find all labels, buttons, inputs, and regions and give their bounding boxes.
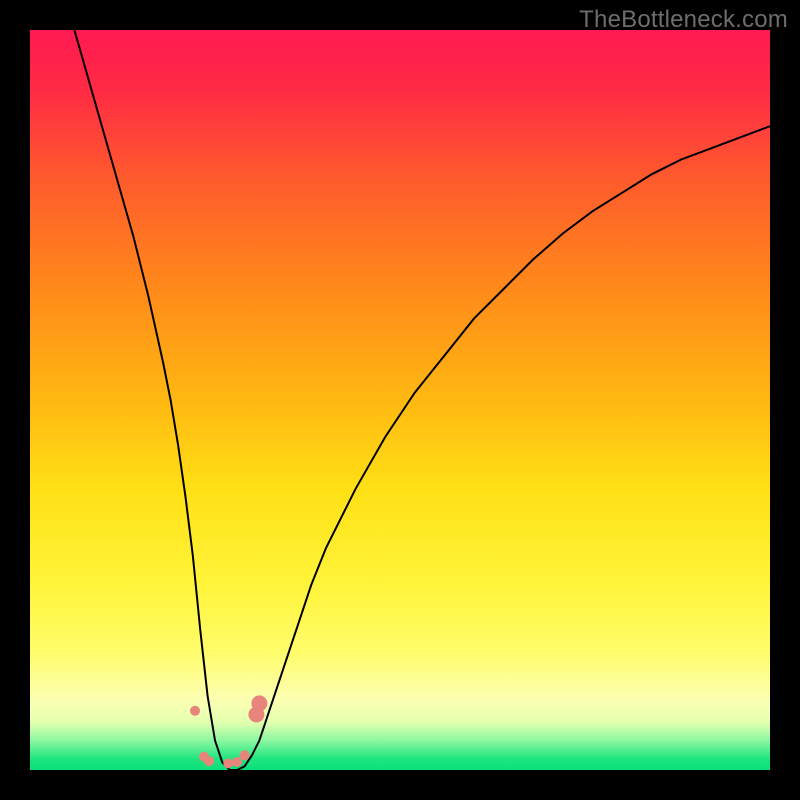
gradient-background xyxy=(30,30,770,770)
watermark-text: TheBottleneck.com xyxy=(579,6,788,34)
data-marker xyxy=(251,695,267,711)
data-marker xyxy=(190,706,200,716)
data-marker xyxy=(204,756,214,766)
data-marker xyxy=(223,758,233,768)
chart-frame: TheBottleneck.com xyxy=(0,0,800,800)
data-marker xyxy=(232,757,242,767)
bottleneck-chart xyxy=(30,30,770,770)
data-marker xyxy=(240,750,250,760)
plot-area xyxy=(30,30,770,770)
